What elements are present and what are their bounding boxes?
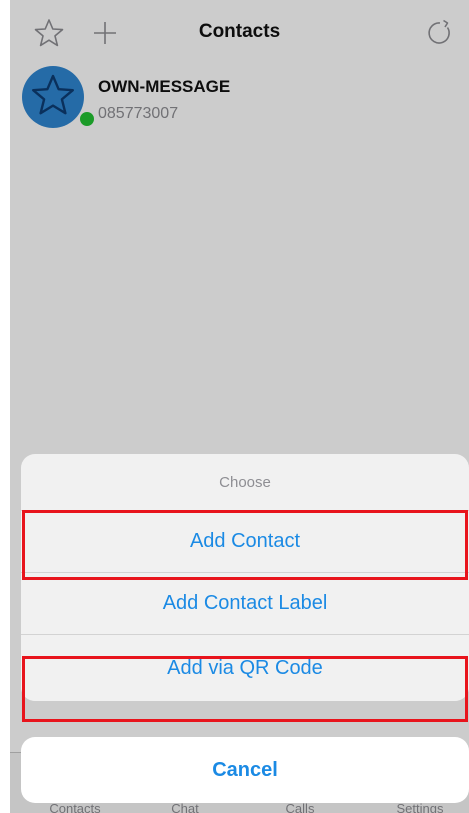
- action-sheet-title: Choose: [219, 473, 271, 491]
- add-contact-button[interactable]: Add Contact: [21, 510, 469, 572]
- contacts-screen: Contacts OWN-MESSAGE 085773007 Contacts …: [10, 0, 469, 813]
- add-via-qr-code-button[interactable]: Add via QR Code: [21, 634, 469, 701]
- add-contact-label-button[interactable]: Add Contact Label: [21, 572, 469, 634]
- action-sheet: Choose Add Contact Add Contact Label Add…: [21, 454, 469, 701]
- cancel-button[interactable]: Cancel: [21, 737, 469, 803]
